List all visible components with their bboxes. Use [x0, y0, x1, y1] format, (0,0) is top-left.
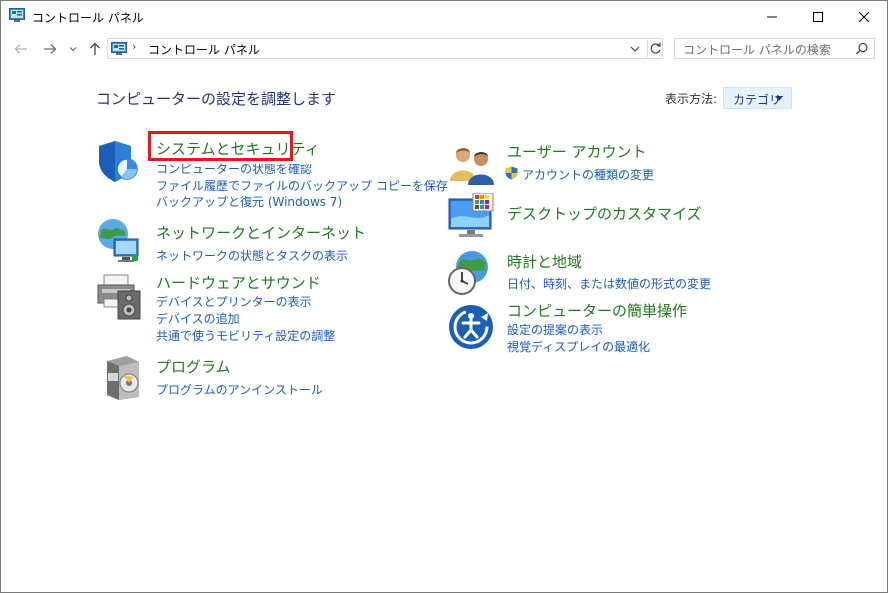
- link-add-device[interactable]: デバイスの追加: [156, 310, 240, 327]
- link-devices-printers[interactable]: デバイスとプリンターの表示: [156, 293, 312, 310]
- chevron-down-icon[interactable]: [628, 42, 642, 56]
- link-uninstall-program[interactable]: プログラムのアンインストール: [156, 381, 323, 398]
- refresh-button[interactable]: [647, 40, 664, 57]
- category-clock-region[interactable]: 時計と地域: [507, 251, 582, 272]
- link-file-history-backup[interactable]: ファイル履歴でファイルのバックアップ コピーを保存: [156, 177, 448, 194]
- category-network-internet[interactable]: ネットワークとインターネット: [156, 222, 366, 243]
- link-date-time-number-format[interactable]: 日付、時刻、または数値の形式の変更: [507, 275, 711, 292]
- highlight-box: [148, 131, 293, 161]
- maximize-icon: [813, 11, 823, 22]
- page-title: コンピューターの設定を調整します: [96, 90, 337, 108]
- address-bar[interactable]: › コントロール パネル: [107, 38, 663, 59]
- shield-icon[interactable]: [97, 139, 145, 187]
- link-mobility-settings[interactable]: 共通で使うモビリティ設定の調整: [156, 327, 335, 344]
- forward-button[interactable]: [41, 38, 59, 60]
- minimize-button[interactable]: [749, 1, 795, 32]
- breadcrumb-separator[interactable]: ›: [132, 40, 136, 53]
- network-globe-icon[interactable]: [96, 217, 144, 265]
- control-panel-icon: [9, 8, 25, 22]
- title-bar[interactable]: コントロール パネル: [1, 1, 887, 32]
- category-programs[interactable]: プログラム: [156, 356, 231, 377]
- caret-down-icon: [775, 96, 783, 101]
- window-title: コントロール パネル: [32, 11, 144, 25]
- clock-globe-icon[interactable]: [446, 249, 494, 297]
- users-icon[interactable]: [448, 141, 496, 189]
- view-by-label: 表示方法:: [665, 92, 718, 106]
- chevron-down-icon: [69, 47, 77, 52]
- forward-arrow-icon: [44, 44, 57, 54]
- link-change-account-type[interactable]: アカウントの種類の変更: [522, 166, 654, 183]
- minimize-icon: [767, 16, 777, 17]
- link-optimize-visual-display[interactable]: 視覚ディスプレイの最適化: [507, 338, 650, 355]
- close-button[interactable]: [841, 1, 887, 32]
- category-user-accounts[interactable]: ユーザー アカウント: [507, 141, 646, 162]
- recent-locations-button[interactable]: [67, 38, 79, 60]
- link-network-status[interactable]: ネットワークの状態とタスクの表示: [156, 247, 348, 264]
- search-box[interactable]: コントロール パネルの検索: [674, 38, 875, 59]
- category-ease-of-access[interactable]: コンピューターの簡単操作: [507, 300, 687, 321]
- search-icon[interactable]: [855, 42, 869, 56]
- back-arrow-icon: [14, 44, 27, 54]
- control-panel-icon: [111, 42, 127, 55]
- ease-of-access-icon[interactable]: [447, 303, 495, 351]
- programs-icon[interactable]: [99, 353, 147, 401]
- view-by-dropdown[interactable]: カテゴリ: [723, 87, 792, 109]
- search-input[interactable]: コントロール パネルの検索: [683, 41, 831, 58]
- maximize-button[interactable]: [795, 1, 841, 32]
- up-arrow-icon: [90, 42, 100, 55]
- link-check-computer-status[interactable]: コンピューターの状態を確認: [156, 164, 312, 177]
- close-icon: [859, 11, 869, 22]
- desktop-personalization-icon[interactable]: [447, 193, 495, 241]
- back-button[interactable]: [12, 38, 30, 60]
- up-button[interactable]: [86, 38, 104, 60]
- view-by-value: カテゴリ: [733, 93, 782, 107]
- uac-shield-icon: [505, 166, 518, 180]
- refresh-icon: [650, 42, 661, 54]
- printer-icon[interactable]: [96, 273, 144, 321]
- link-backup-restore[interactable]: バックアップと復元 (Windows 7): [156, 193, 342, 210]
- link-settings-suggestions[interactable]: 設定の提案の表示: [507, 321, 603, 338]
- breadcrumb-control-panel[interactable]: コントロール パネル: [148, 41, 260, 58]
- category-appearance-personalization[interactable]: デスクトップのカスタマイズ: [507, 203, 702, 224]
- category-hardware-sound[interactable]: ハードウェアとサウンド: [156, 272, 321, 293]
- control-panel-window: コントロール パネル › コントロール パネル コントロール パネルの検索 コン…: [0, 0, 888, 593]
